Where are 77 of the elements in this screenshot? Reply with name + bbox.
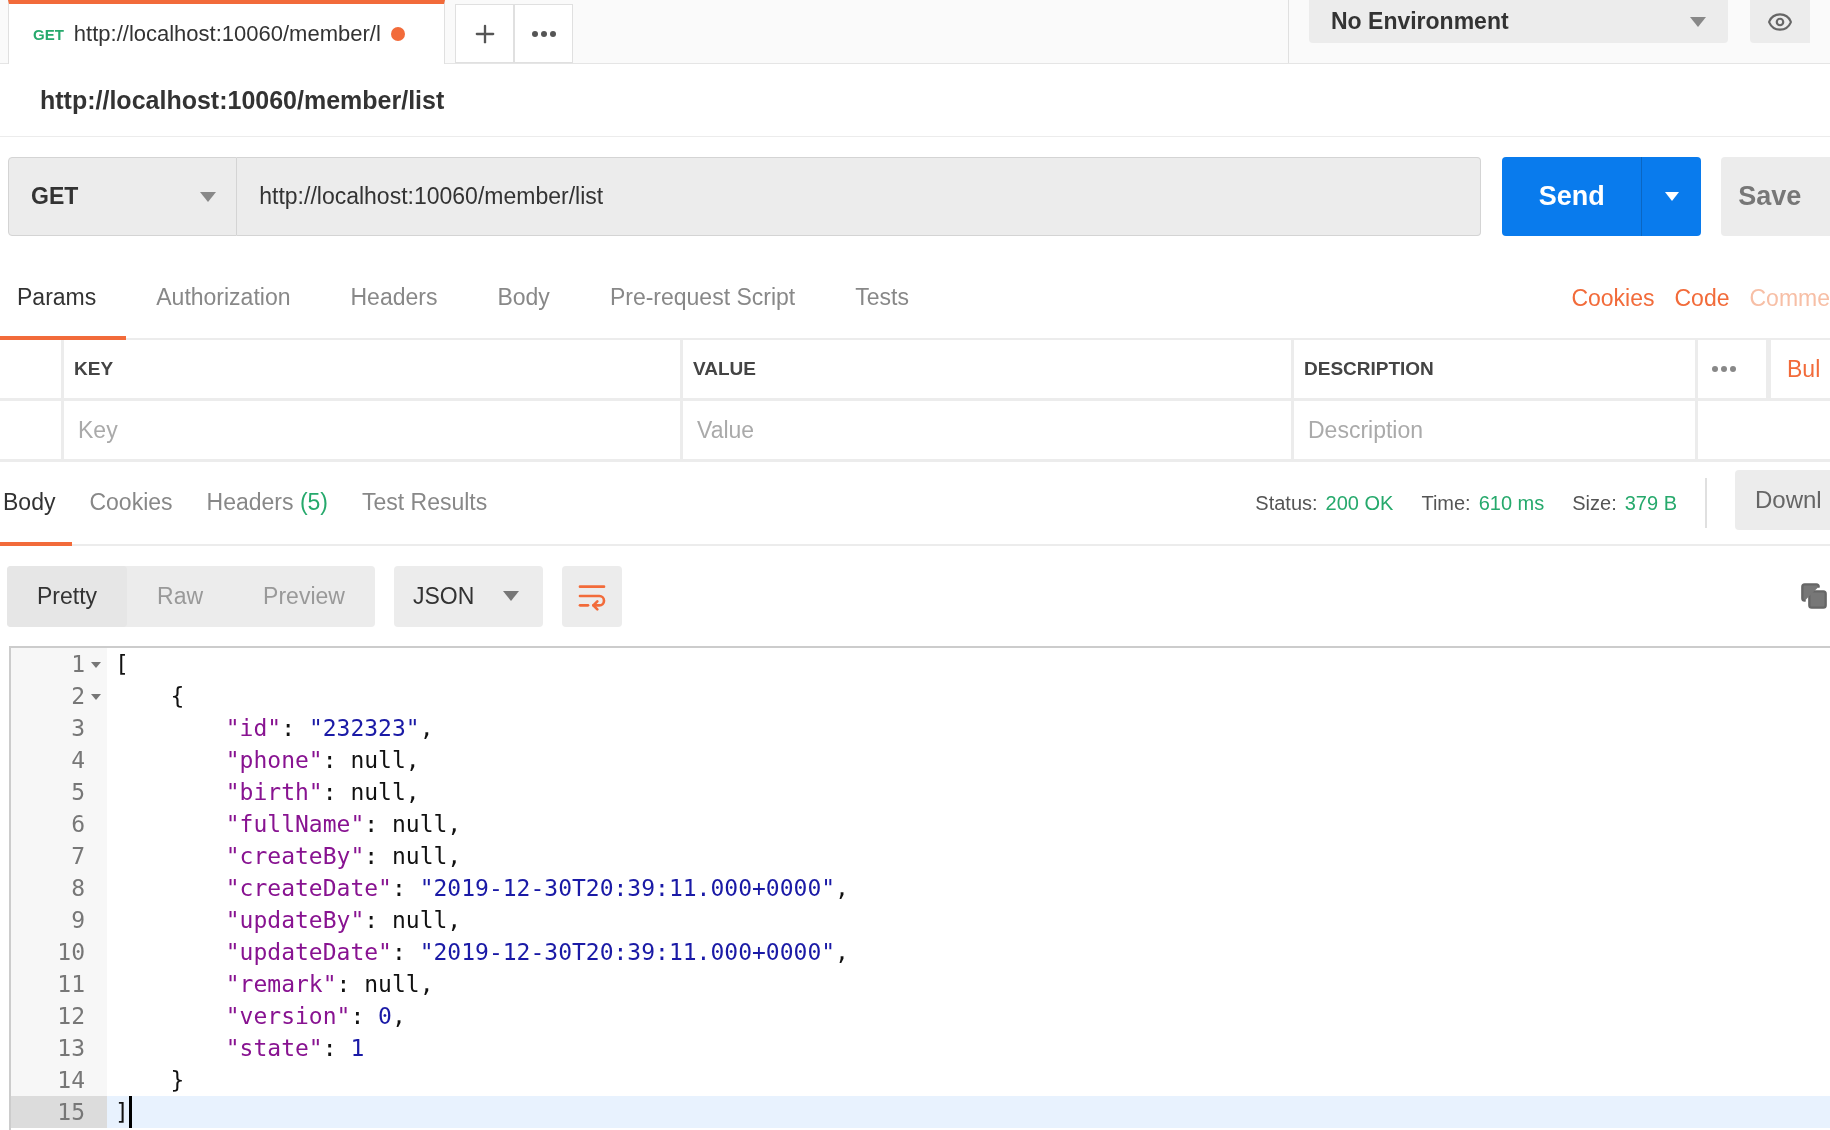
line-number: 6: [71, 811, 85, 837]
response-tab[interactable]: Headers (5): [189, 462, 345, 546]
caret-icon: [1690, 16, 1706, 27]
wrap-lines-button[interactable]: [561, 565, 622, 627]
code-line: "createBy": null,: [224, 842, 462, 871]
status-label: Size:: [1572, 491, 1617, 515]
caret-icon: [1664, 192, 1679, 201]
code-line: [: [115, 650, 129, 679]
copy-icon[interactable]: [1800, 582, 1828, 610]
more-icon: [531, 30, 556, 37]
download-button[interactable]: Downl: [1735, 470, 1830, 530]
code-line: "remark": null,: [224, 970, 434, 999]
fold-caret-icon[interactable]: [91, 694, 101, 700]
view-mode-button[interactable]: Pretty: [7, 565, 128, 627]
line-number: 1: [71, 651, 85, 677]
code-line: "updateBy": null,: [224, 906, 462, 935]
code-line: "createDate": "2019-12-30T20:39:11.000+0000",: [224, 874, 849, 903]
request-section-tab[interactable]: Pre-request Script: [579, 236, 826, 340]
line-number: 8: [71, 875, 85, 901]
status-label: Time:: [1421, 491, 1471, 515]
send-button[interactable]: Send: [1502, 157, 1642, 236]
code-line: "updateDate": "2019-12-30T20:39:11.000+0000",: [224, 938, 849, 967]
url-field[interactable]: http://localhost:10060/member/list: [237, 157, 1482, 236]
line-number: 3: [71, 715, 85, 741]
request-section-tab[interactable]: Authorization: [126, 236, 321, 340]
method-dropdown[interactable]: GET: [8, 157, 238, 236]
line-number: 15: [57, 1099, 85, 1125]
request-tab[interactable]: GET http://localhost:10060/member/l: [8, 0, 445, 64]
status-value: 200 OK: [1325, 491, 1394, 515]
status-value: 610 ms: [1478, 491, 1545, 515]
caret-icon: [200, 191, 217, 202]
line-number: 2: [71, 683, 85, 709]
line-number: 12: [57, 1003, 85, 1029]
line-number: 7: [71, 843, 85, 869]
more-tabs-button[interactable]: [514, 4, 573, 63]
view-mode-button[interactable]: Raw: [127, 565, 234, 627]
tab-title: http://localhost:10060/member/l: [73, 21, 381, 47]
view-mode-button[interactable]: Preview: [233, 565, 375, 627]
line-number: 14: [57, 1067, 85, 1093]
method-label: GET: [33, 25, 64, 43]
response-tab[interactable]: Body: [0, 462, 73, 546]
send-options-button[interactable]: [1641, 157, 1702, 236]
response-tab[interactable]: Test Results: [345, 462, 505, 546]
code-line: "birth": null,: [224, 778, 420, 807]
table-cell: [0, 340, 64, 401]
status-value: 379 B: [1624, 491, 1677, 515]
code-line: "phone": null,: [224, 746, 420, 775]
status-label: Status:: [1255, 491, 1318, 515]
caret-icon: [502, 591, 519, 601]
more-icon: [1712, 366, 1736, 372]
response-tab[interactable]: Cookies: [72, 462, 190, 546]
save-button[interactable]: Save: [1721, 157, 1830, 236]
request-section-tab[interactable]: Params: [0, 236, 127, 340]
line-number: 9: [71, 907, 85, 933]
request-link[interactable]: Cookies: [1571, 284, 1655, 312]
bulk-edit-link[interactable]: Bul: [1769, 340, 1830, 401]
request-title: http://localhost:10060/member/list: [40, 85, 445, 115]
request-section-tab[interactable]: Headers: [320, 236, 468, 340]
code-line: }: [169, 1066, 185, 1095]
line-number: 13: [57, 1035, 85, 1061]
environment-dropdown[interactable]: No Environment: [1309, 0, 1728, 43]
code-line: "state": 1: [224, 1034, 365, 1063]
line-number: 5: [71, 779, 85, 805]
line-number: 4: [71, 747, 85, 773]
fold-caret-icon[interactable]: [91, 662, 101, 668]
line-number: 10: [57, 939, 85, 965]
code-line: ]: [115, 1096, 132, 1128]
line-number: 11: [57, 971, 85, 997]
code-line: "fullName": null,: [224, 810, 462, 839]
format-dropdown[interactable]: JSON: [393, 565, 543, 627]
request-section-tab[interactable]: Tests: [825, 236, 939, 340]
request-link[interactable]: Code: [1674, 284, 1730, 312]
eye-button[interactable]: [1750, 0, 1810, 43]
code-line: {: [169, 682, 185, 711]
code-line: "version": 0,: [224, 1002, 406, 1031]
request-section-tab[interactable]: Body: [467, 236, 580, 340]
code-line: "id": "232323",: [224, 714, 434, 743]
